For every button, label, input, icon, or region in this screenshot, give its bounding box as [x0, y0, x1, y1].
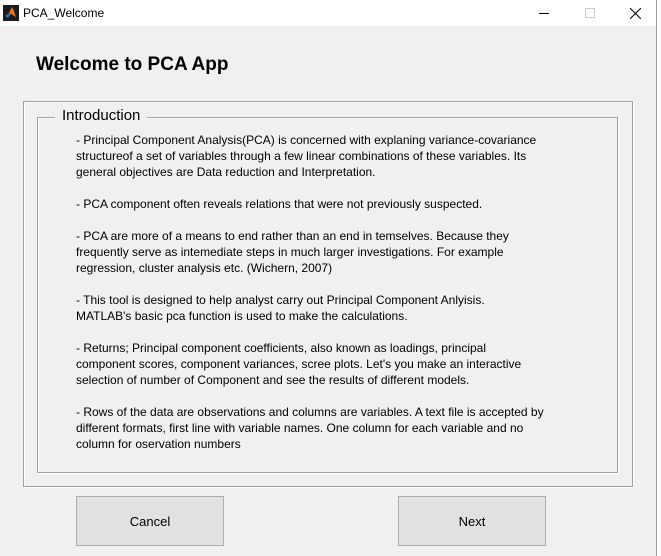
maximize-button[interactable]	[567, 0, 613, 26]
close-icon	[630, 8, 641, 19]
cancel-button[interactable]: Cancel	[76, 496, 224, 546]
intro-paragraph: - PCA component often reveals relations …	[76, 197, 483, 211]
intro-paragraph: - PCA are more of a means to end rather …	[76, 229, 509, 275]
title-bar[interactable]: PCA_Welcome	[0, 0, 656, 26]
window-title: PCA_Welcome	[23, 6, 105, 20]
minimize-icon	[539, 13, 549, 14]
next-button[interactable]: Next	[398, 496, 546, 546]
page-title: Welcome to PCA App	[36, 54, 229, 75]
intro-paragraph: - Principal Component Analysis(PCA) is c…	[76, 133, 537, 179]
maximize-icon	[585, 8, 595, 18]
intro-paragraph: - Rows of the data are observations and …	[76, 405, 544, 451]
close-button[interactable]	[612, 0, 658, 26]
matlab-icon	[3, 5, 19, 21]
introduction-text: - Principal Component Analysis(PCA) is c…	[76, 132, 606, 468]
minimize-button[interactable]	[521, 0, 567, 26]
group-title: Introduction	[55, 107, 148, 124]
intro-paragraph: - This tool is designed to help analyst …	[76, 293, 485, 323]
pca-welcome-window: PCA_Welcome Welcome to PCA App Introduct…	[0, 0, 657, 556]
intro-paragraph: - Returns; Principal component coefficie…	[76, 341, 522, 387]
